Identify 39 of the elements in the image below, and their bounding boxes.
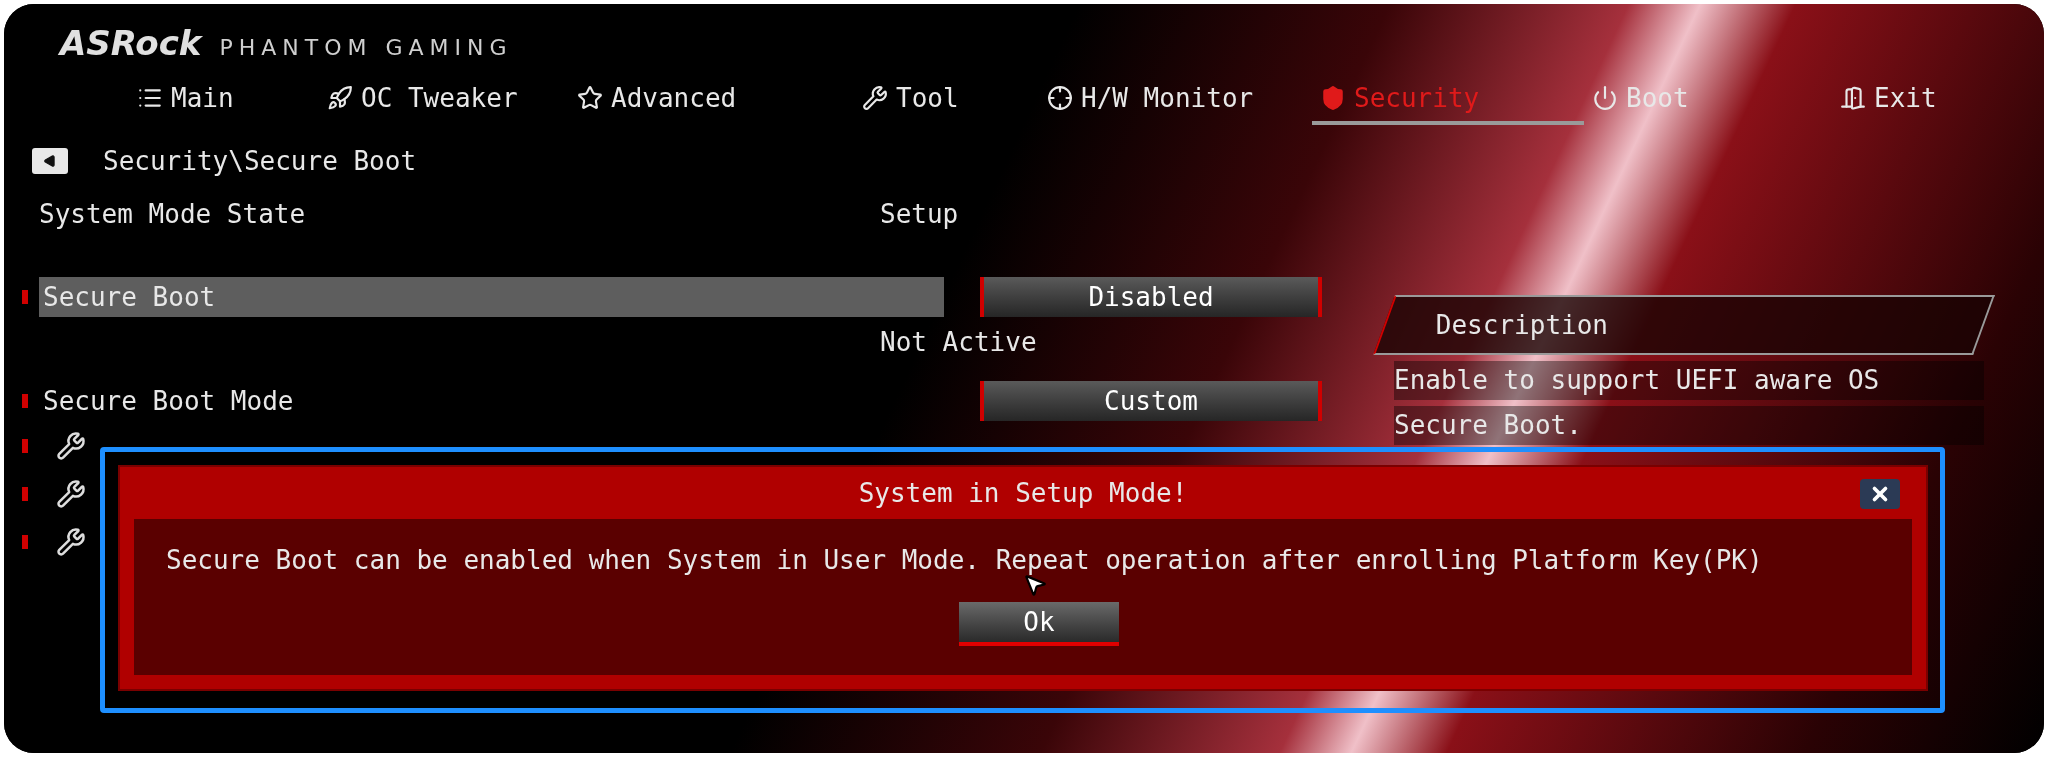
star-icon: [577, 85, 603, 111]
description-header: Description: [1373, 295, 1995, 355]
wrench-icon[interactable]: [56, 431, 86, 461]
row-marker: [22, 535, 28, 549]
status-text: Not Active: [880, 325, 1037, 359]
row-marker: [22, 290, 28, 304]
setting-row[interactable]: Secure Boot: [39, 277, 944, 317]
menu-tab[interactable]: Main: [129, 75, 319, 125]
wrench-icon: [862, 85, 888, 111]
left-arrow-icon: [43, 154, 57, 168]
dialog-message: Secure Boot can be enabled when System in User Mode. Repeat operation after enrolling Platform Key(PK): [166, 544, 1763, 577]
setting-value: Setup: [880, 197, 959, 231]
crosshair-icon: [1047, 85, 1073, 111]
setting-label: System Mode State: [39, 197, 307, 231]
power-icon: [1592, 85, 1618, 111]
door-icon: [1840, 85, 1866, 111]
row-marker: [22, 487, 28, 501]
option-dropdown[interactable]: Custom: [980, 381, 1322, 421]
dialog-title: System in Setup Mode!: [858, 476, 1188, 510]
menu-tab[interactable]: H/W Monitor: [1039, 75, 1312, 125]
product-logo: PHANTOM GAMING: [219, 34, 513, 62]
menu-tab[interactable]: Exit: [1832, 75, 2032, 125]
menu-tab[interactable]: Advanced: [569, 75, 854, 125]
menu-tab[interactable]: OC Tweaker: [319, 75, 569, 125]
description-text: Secure Boot.: [1394, 406, 1984, 445]
menu-tab[interactable]: Tool: [854, 75, 1039, 125]
rocket-icon: [327, 85, 353, 111]
close-button[interactable]: [1860, 479, 1900, 509]
row-marker: [22, 394, 28, 408]
brand-logo: ASRock: [60, 22, 202, 65]
ok-button[interactable]: Ok: [959, 602, 1119, 646]
breadcrumb: Security\Secure Boot: [103, 144, 417, 178]
description-text: Enable to support UEFI aware OS: [1394, 361, 1984, 400]
setting-row[interactable]: Secure Boot Mode: [39, 381, 944, 421]
wrench-icon[interactable]: [56, 479, 86, 509]
wrench-icon[interactable]: [56, 527, 86, 557]
option-dropdown[interactable]: Disabled: [980, 277, 1322, 317]
row-marker: [22, 439, 28, 453]
back-button[interactable]: [32, 148, 68, 174]
